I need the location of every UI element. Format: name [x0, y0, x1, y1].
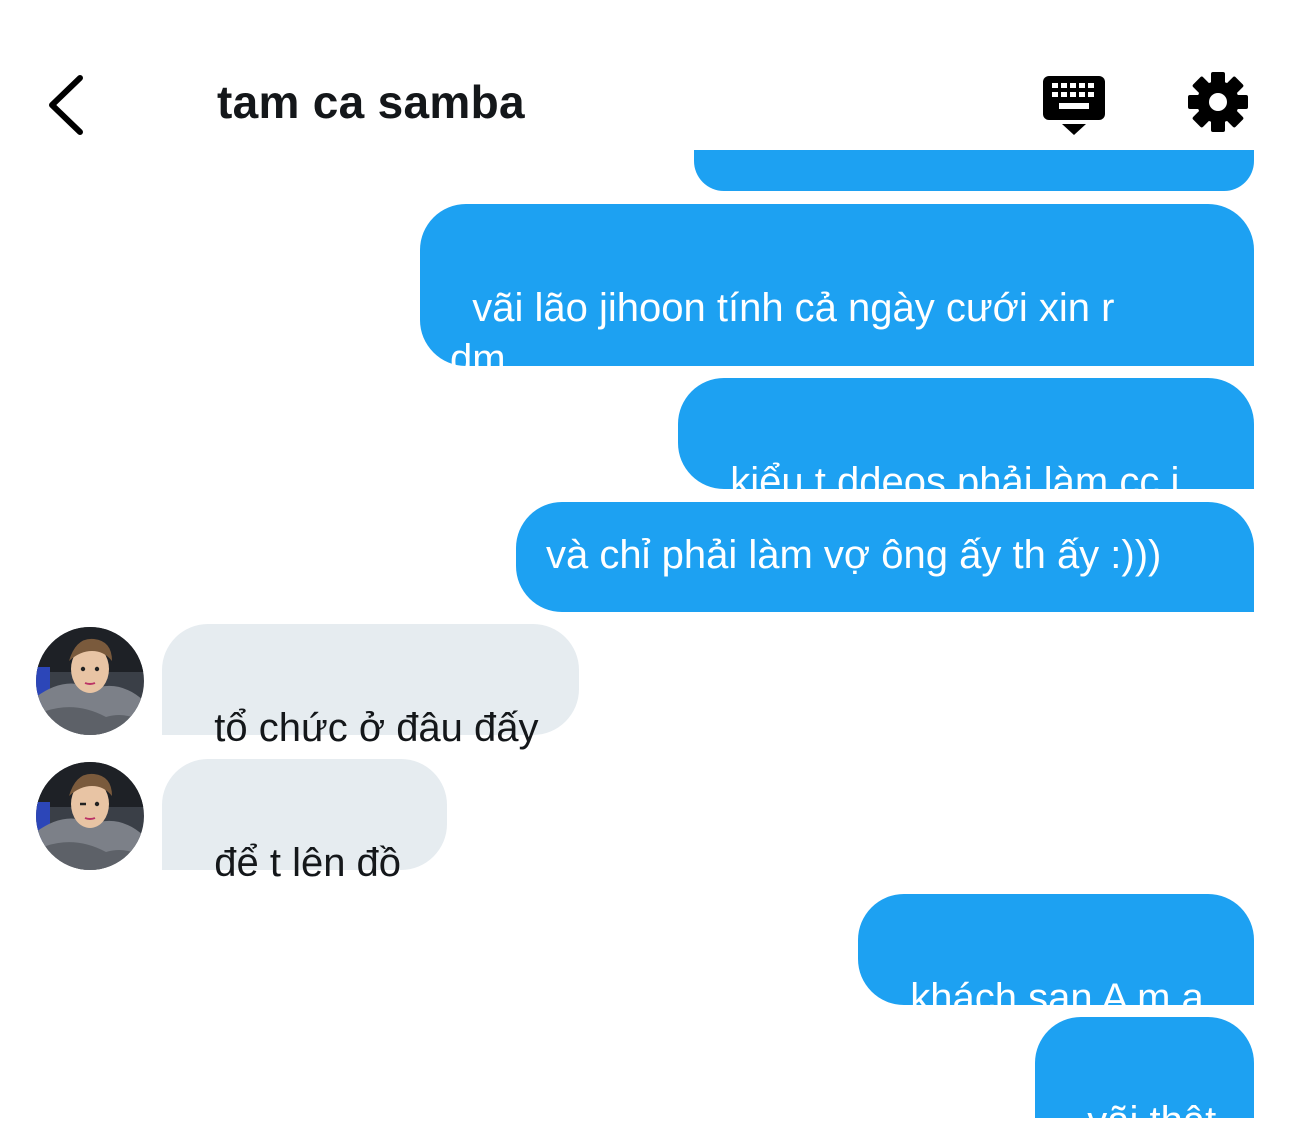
- avatar-photo: [36, 627, 144, 735]
- back-button[interactable]: [40, 70, 100, 140]
- conversation-title: tam ca samba: [217, 76, 525, 128]
- message-text: tổ chức ở đâu đấy: [214, 706, 539, 750]
- message-text: vãi thật: [1087, 1099, 1217, 1143]
- message-bubble-incoming[interactable]: để t lên đồ: [162, 759, 447, 885]
- message-bubble-outgoing[interactable]: vãi thật: [1035, 1017, 1254, 1143]
- message-bubble-incoming[interactable]: tổ chức ở đâu đấy: [162, 624, 579, 750]
- message-bubble-outgoing[interactable]: và chỉ phải làm vợ ông ấy th ấy :))): [516, 502, 1254, 612]
- avatar[interactable]: [36, 762, 144, 870]
- message-text: vãi lão jihoon tính cả ngày cưới xin r d…: [450, 286, 1126, 381]
- message-text: và chỉ phải làm vợ ông ấy th ấy :))): [546, 533, 1162, 577]
- avatar[interactable]: [36, 627, 144, 735]
- message-text: kiểu t ddeos phải làm cc j: [730, 460, 1180, 504]
- gear-icon: [1188, 72, 1248, 132]
- message-bubble-outgoing[interactable]: vãi lão jihoon tính cả ngày cưới xin r d…: [420, 204, 1254, 381]
- settings-button[interactable]: [1186, 70, 1250, 134]
- chevron-left-icon: [49, 75, 83, 135]
- chat-header: tam ca samba: [0, 0, 1290, 170]
- message-bubble-outgoing[interactable]: khách sạn A m ạ: [858, 894, 1254, 1020]
- keyboard-icon: [1043, 76, 1105, 135]
- avatar-photo: [36, 762, 144, 870]
- previous-message-bubble: [694, 150, 1254, 191]
- message-text: để t lên đồ: [214, 841, 402, 885]
- message-bubble-outgoing[interactable]: kiểu t ddeos phải làm cc j: [678, 378, 1254, 504]
- keyboard-toggle-button[interactable]: [1040, 72, 1108, 138]
- message-text: khách sạn A m ạ: [910, 976, 1204, 1020]
